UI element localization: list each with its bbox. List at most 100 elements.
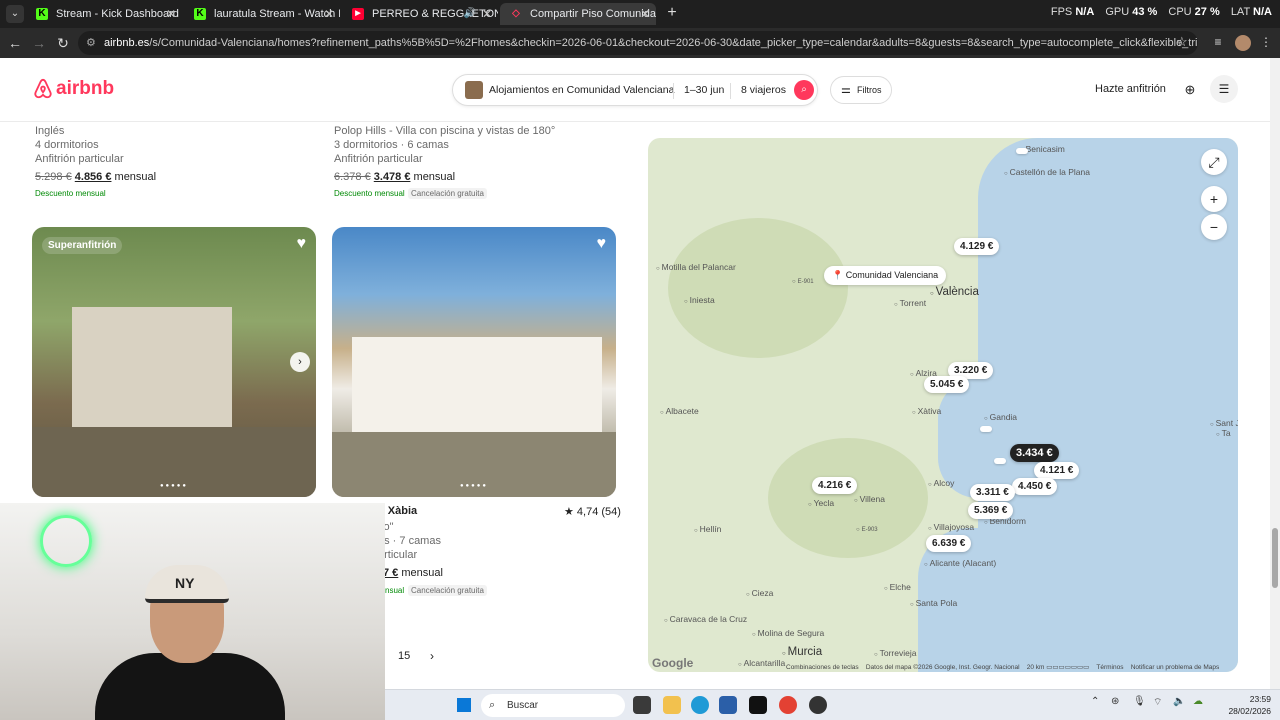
map-price-pin[interactable]: 4.129 €	[954, 238, 1000, 255]
city-label: Cieza	[746, 588, 774, 598]
zoom-in-icon[interactable]: +	[1201, 186, 1227, 212]
listing-price[interactable]: 7 € mensual	[383, 567, 443, 579]
city-label: Molina de Segura	[752, 628, 825, 638]
media-controls-icon[interactable]: ≡	[1210, 35, 1226, 51]
pagination-page[interactable]: 15	[398, 650, 410, 662]
site-info-icon[interactable]: ⚙	[86, 31, 96, 55]
forward-icon[interactable]: →	[30, 34, 48, 52]
new-tab-button[interactable]: +	[664, 4, 680, 22]
more-menu-icon[interactable]: ⋮	[1258, 35, 1274, 51]
back-icon[interactable]: ←	[6, 34, 24, 52]
search-bar[interactable]: Alojamientos en Comunidad Valenciana 1–3…	[452, 74, 818, 106]
become-host-link[interactable]: Hazte anfitrión	[1095, 83, 1166, 95]
reload-icon[interactable]: ↻	[54, 34, 72, 52]
obs-icon[interactable]	[809, 696, 827, 714]
map-pin-empty[interactable]	[980, 426, 992, 432]
search-guests[interactable]: 8 viajeros	[741, 84, 786, 96]
heart-icon[interactable]: ♥	[297, 235, 307, 253]
listing-photo[interactable]: Superanfitrión ♥ › ●●●●●	[32, 227, 316, 497]
city-label: Xàtiva	[912, 406, 942, 416]
system-clock[interactable]: 23:59 28/02/2026	[1221, 693, 1271, 717]
map-price-pin[interactable]: 3.311 €	[970, 484, 1015, 501]
listing-rooms: 4 dormitorios	[35, 139, 99, 151]
airbnb-logo-icon	[34, 78, 52, 99]
chevron-up-icon[interactable]: ⌃	[1091, 696, 1099, 707]
chevron-right-icon[interactable]: ›	[430, 649, 434, 663]
hamburger-menu-icon[interactable]: ☰	[1210, 75, 1238, 103]
search-location[interactable]: Alojamientos en Comunidad Valenciana	[489, 84, 674, 96]
speaker-icon[interactable]: 🔊	[464, 3, 476, 25]
map-pin-empty[interactable]	[1016, 148, 1028, 154]
heart-icon[interactable]: ♥	[597, 235, 607, 253]
webcam-overlay: NY	[0, 503, 385, 720]
divider	[673, 83, 674, 99]
kick-icon: K	[194, 8, 206, 20]
tab-kick-dashboard[interactable]: K Stream - Kick Dashboard ✕	[26, 3, 182, 25]
youtube-icon: ▶	[352, 8, 364, 20]
tab-lauratula[interactable]: K lauratula Stream - Watch Live o ✕	[184, 3, 340, 25]
profile-avatar[interactable]	[1235, 35, 1251, 51]
globe-icon[interactable]: ⊕	[1178, 78, 1202, 102]
microphone-icon[interactable]: 🎙	[1133, 696, 1146, 707]
expand-icon[interactable]: ⤢	[1201, 149, 1227, 175]
airbnb-header: airbnb Alojamientos en Comunidad Valenci…	[0, 58, 1270, 122]
network-icon[interactable]: ⊛	[1111, 696, 1119, 707]
chevron-right-icon[interactable]: ›	[290, 352, 310, 372]
wifi-icon[interactable]: ⌔	[1153, 696, 1162, 709]
volume-icon[interactable]: 🔈	[1173, 696, 1185, 707]
listing-price[interactable]: 5.298 € 4.856 € mensual	[35, 171, 156, 183]
file-explorer-icon[interactable]	[663, 696, 681, 714]
map-price-pin-selected[interactable]: 3.434 €	[1010, 444, 1059, 462]
map[interactable]: ⤢ + − 📍 Comunidad Valenciana Benicasim C…	[648, 138, 1238, 672]
app-tray-icon[interactable]: ☁	[1193, 696, 1203, 707]
city-label: Iniesta	[684, 295, 715, 305]
zoom-out-icon[interactable]: −	[1201, 214, 1227, 240]
map-price-pin[interactable]: 5.369 €	[968, 502, 1014, 519]
page-scrollbar[interactable]	[1270, 58, 1280, 689]
listing-price[interactable]: 6.378 € 3.478 € mensual	[334, 171, 455, 183]
scrollbar-thumb[interactable]	[1272, 528, 1278, 588]
windows-start-icon[interactable]	[457, 698, 471, 712]
region-label[interactable]: 📍 Comunidad Valenciana	[824, 266, 947, 285]
chrome-icon[interactable]	[779, 696, 797, 714]
search-icon: ⌕	[489, 699, 496, 711]
terrain	[768, 438, 928, 558]
url-field[interactable]: ⚙ airbnb.es/s/Comunidad-Valenciana/homes…	[78, 31, 1198, 55]
tab-youtube[interactable]: ▶ PERREO & REGGAETON OL 🔊 ✕	[342, 3, 498, 25]
store-icon[interactable]	[719, 696, 737, 714]
city-label: Elche	[884, 582, 911, 592]
city-label: Castellón de la Plana	[1004, 167, 1090, 177]
road-label: E-903	[856, 527, 878, 533]
map-price-pin[interactable]: 5.045 €	[924, 376, 970, 393]
taskbar-search[interactable]: ⌕ Buscar	[481, 694, 625, 717]
close-tab-icon[interactable]: ✕	[166, 3, 176, 25]
neon-smiley-image	[40, 515, 92, 567]
tab-airbnb[interactable]: ◇ Compartir Piso Comunidad Vale ✕	[500, 3, 656, 25]
listing-rooms: os · 7 camas	[378, 535, 441, 547]
map-price-pin[interactable]: 4.450 €	[1012, 478, 1058, 495]
airbnb-logo[interactable]: airbnb	[32, 78, 114, 100]
city-label: Caravaca de la Cruz	[664, 614, 747, 624]
map-price-pin[interactable]: 4.216 €	[812, 477, 858, 494]
edge-icon[interactable]	[691, 696, 709, 714]
app-icon[interactable]	[749, 696, 767, 714]
city-label: València	[930, 286, 979, 298]
map-price-pin[interactable]: 4.121 €	[1034, 462, 1080, 479]
close-tab-icon[interactable]: ✕	[482, 3, 492, 25]
free-cancellation-badge: Cancelación gratuita	[408, 188, 487, 199]
map-price-pin[interactable]: 6.639 €	[926, 535, 972, 552]
listing-description: Inglés	[35, 125, 65, 137]
city-label: Sant Jo	[1210, 418, 1238, 428]
close-tab-icon[interactable]: ✕	[640, 3, 650, 25]
listing-title[interactable]: Polop Hills - Villa con piscina y vistas…	[334, 124, 555, 138]
search-icon[interactable]: ⌕	[794, 80, 814, 100]
task-view-icon[interactable]	[633, 696, 651, 714]
tab-search-button[interactable]: ⌄	[6, 5, 24, 23]
search-dates[interactable]: 1–30 jun	[684, 84, 724, 96]
listing-photo[interactable]: ♥ ●●●●●	[332, 227, 616, 497]
free-cancellation-badge: Cancelación gratuita	[408, 585, 487, 596]
filters-button[interactable]: ⚌ Filtros	[830, 76, 892, 104]
map-pin-empty[interactable]	[994, 458, 1006, 464]
close-tab-icon[interactable]: ✕	[324, 3, 334, 25]
bookmark-star-icon[interactable]: ☆	[1176, 34, 1188, 50]
